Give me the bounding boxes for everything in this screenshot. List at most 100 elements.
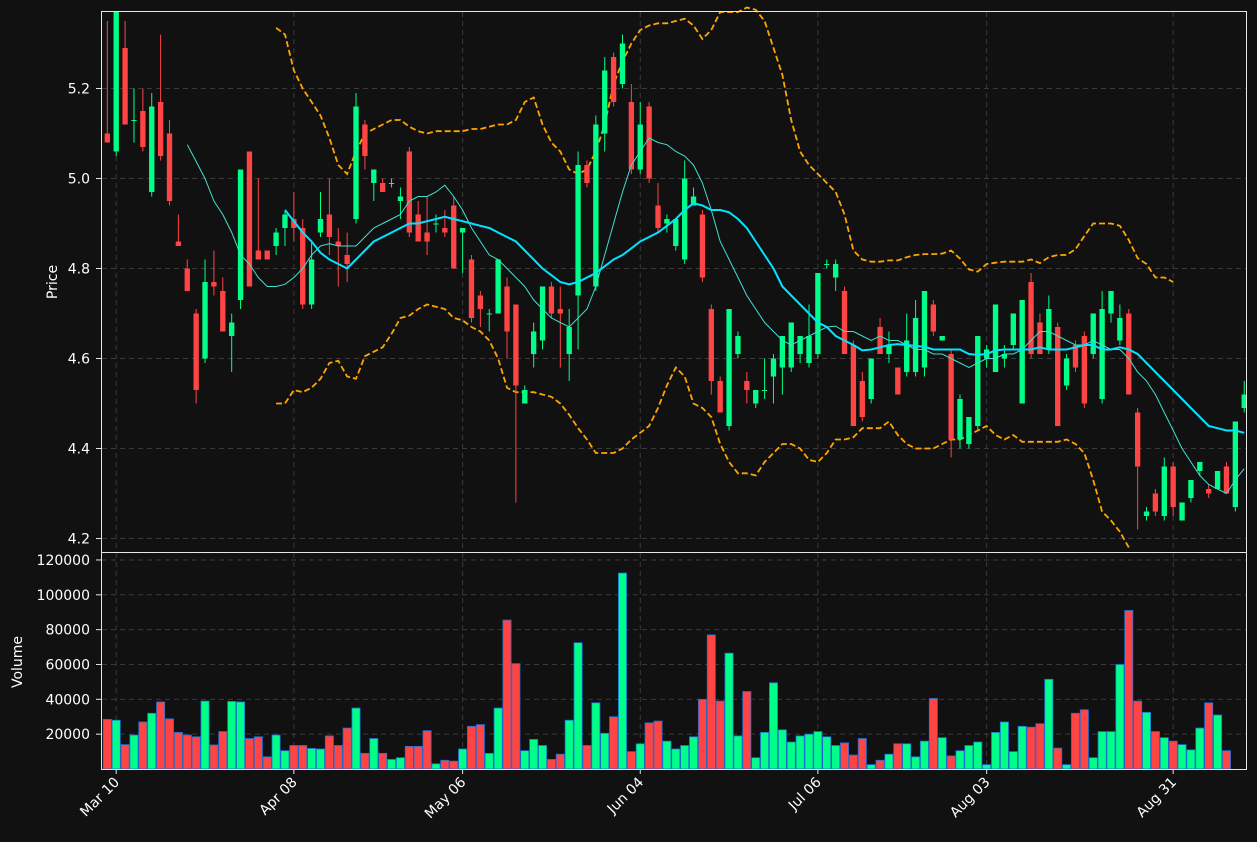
candle-body: [699, 214, 706, 278]
candlestick-chart: 4.2 4.4 4.6 4.8 5.0 5.2 20000 40000 60000 80000 1…: [0, 0, 1257, 842]
candle-body: [1019, 300, 1025, 404]
volume-bar: [262, 756, 272, 770]
volume-bar: [760, 732, 770, 770]
volume-bar: [484, 752, 494, 770]
volume-bar: [378, 752, 388, 770]
candle-body: [113, 12, 119, 152]
volume-axis-label: Volume: [10, 636, 26, 688]
volume-bar: [866, 764, 876, 770]
candle-body: [895, 367, 901, 395]
price-axis-label: Price: [45, 265, 61, 299]
price-tick-label: 4.4: [68, 442, 90, 458]
candle-body: [1063, 358, 1070, 386]
volume-bar: [209, 744, 219, 770]
candle-body: [1046, 309, 1052, 350]
volume-bar: [387, 759, 397, 770]
volume-bar: [733, 735, 743, 770]
volume-bar: [653, 720, 663, 770]
candle-body: [1223, 466, 1230, 494]
volume-bar: [697, 698, 707, 770]
candle-body: [344, 255, 350, 264]
volume-bar: [751, 757, 761, 770]
volume-bar: [795, 735, 805, 770]
volume-bar: [635, 743, 645, 770]
volume-tick-label: 100000: [37, 588, 90, 604]
candle-body: [815, 273, 821, 354]
candle-body: [1090, 313, 1096, 354]
volume-bar: [1088, 757, 1098, 770]
volume-bar: [973, 741, 983, 770]
candle-body: [921, 291, 928, 368]
volume-bar: [156, 701, 166, 770]
volume-bar: [875, 759, 885, 770]
candle-body: [406, 151, 412, 233]
volume-bar: [191, 736, 201, 770]
volume-bar: [662, 740, 672, 770]
volume-bar: [1150, 731, 1160, 770]
volume-bar: [280, 750, 290, 770]
volume-bar: [1142, 711, 1152, 770]
volume-bar: [768, 682, 778, 770]
candle-body: [104, 133, 110, 143]
candle-body: [1214, 471, 1221, 489]
volume-bar: [1017, 725, 1027, 770]
volume-bar: [147, 712, 157, 770]
candle-body: [1197, 462, 1203, 471]
volume-bar: [706, 634, 716, 770]
volume-bar: [573, 642, 583, 770]
volume-bar: [502, 619, 512, 770]
candle-body: [1161, 466, 1167, 516]
candle-body: [157, 102, 164, 156]
candle-body: [1232, 421, 1239, 507]
volume-bar: [413, 745, 423, 770]
volume-bar: [1124, 610, 1134, 770]
volume-bar: [991, 732, 1001, 770]
candle-body: [237, 169, 244, 300]
volume-bar: [404, 745, 414, 770]
candle-body: [504, 286, 510, 332]
candle-body: [184, 268, 190, 291]
volume-bar: [1221, 750, 1231, 770]
candle-body: [824, 264, 830, 265]
candle-body: [531, 331, 537, 354]
volume-bar: [422, 730, 432, 770]
candle-body: [1117, 318, 1123, 341]
volume-bar: [999, 721, 1009, 770]
volume-bar: [1079, 709, 1089, 770]
volume-bar: [777, 729, 787, 770]
candle-body: [859, 381, 865, 417]
volume-bar: [1053, 747, 1063, 770]
volume-bar: [467, 725, 476, 770]
candle-body: [486, 313, 492, 315]
volume-bar: [440, 759, 450, 770]
candle-body: [459, 228, 466, 233]
candle-body: [708, 309, 714, 381]
volume-bar: [671, 748, 681, 770]
candle-body: [957, 399, 963, 440]
candle-body: [255, 250, 261, 260]
volume-bar: [1115, 664, 1125, 770]
candle-body: [655, 205, 661, 228]
volume-bar: [689, 736, 699, 770]
candle-body: [646, 106, 652, 179]
volume-bar: [724, 652, 734, 770]
candle-body: [1143, 511, 1150, 516]
candle-body: [850, 345, 857, 426]
candle-body: [1010, 313, 1016, 345]
candle-body: [140, 111, 146, 147]
candle-body: [930, 304, 937, 332]
candle-body: [575, 165, 581, 296]
volume-bar: [1044, 678, 1054, 770]
volume-bar: [324, 735, 334, 770]
volume-bar: [715, 700, 725, 770]
chart-background: [0, 0, 1257, 842]
volume-bar: [431, 763, 441, 770]
candle-body: [362, 124, 368, 156]
candle-body: [753, 390, 759, 404]
volume-tick-label: 120000: [37, 553, 90, 569]
candle-body: [637, 124, 643, 170]
candle-body: [175, 241, 182, 246]
volume-bar: [857, 738, 867, 770]
volume-bar: [893, 743, 903, 770]
price-tick-label: 5.2: [68, 82, 90, 98]
